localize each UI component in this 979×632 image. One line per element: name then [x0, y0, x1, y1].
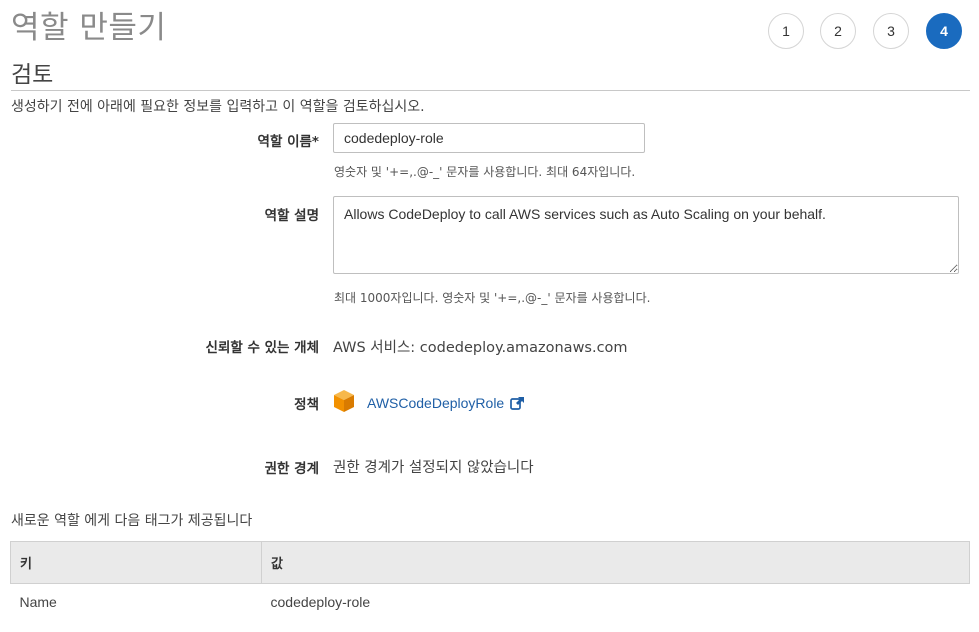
- role-description-textarea[interactable]: Allows CodeDeploy to call AWS services s…: [333, 196, 959, 274]
- tag-key-cell: Name: [19, 594, 57, 610]
- permissions-boundary-label: 권한 경계: [264, 461, 319, 477]
- role-name-input[interactable]: [333, 123, 645, 153]
- role-description-help: 최대 1000자입니다. 영숫자 및 '+=,.@-_' 문자를 사용합니다.: [334, 291, 651, 305]
- section-divider: [11, 90, 970, 91]
- permissions-boundary-value: 권한 경계가 설정되지 않았습니다: [333, 460, 534, 476]
- tag-value-cell: codedeploy-role: [270, 594, 371, 610]
- policy-label: 정책: [294, 397, 319, 413]
- trusted-entity-label: 신뢰할 수 있는 개체: [205, 340, 319, 356]
- page-title: 역할 만들기: [11, 10, 167, 46]
- tags-table-header: 키 값: [10, 541, 970, 584]
- role-description-label: 역할 설명: [264, 208, 319, 224]
- role-name-help: 영숫자 및 '+=,.@-_' 문자를 사용합니다. 최대 64자입니다.: [334, 165, 636, 179]
- policy-row: AWSCodeDeployRole: [333, 389, 525, 418]
- step-4[interactable]: 4: [926, 13, 962, 49]
- create-role-review-page: 역할 만들기 1 2 3 4 검토 생성하기 전에 아래에 필요한 정보를 입력…: [0, 0, 979, 632]
- step-2[interactable]: 2: [820, 13, 856, 49]
- trusted-entity-value: AWS 서비스: codedeploy.amazonaws.com: [333, 340, 628, 356]
- tags-heading: 새로운 역할 에게 다음 태그가 제공됩니다: [11, 513, 253, 529]
- column-header-key[interactable]: 키: [10, 541, 262, 584]
- column-header-value[interactable]: 값: [261, 541, 970, 584]
- intro-text: 생성하기 전에 아래에 필요한 정보를 입력하고 이 역할을 검토하십시오.: [11, 99, 425, 115]
- table-row: Name codedeploy-role: [11, 584, 970, 621]
- section-title: 검토: [11, 62, 54, 88]
- external-link-icon[interactable]: [510, 396, 525, 410]
- aws-package-icon: [333, 389, 355, 418]
- step-3[interactable]: 3: [873, 13, 909, 49]
- step-1[interactable]: 1: [768, 13, 804, 49]
- policy-link[interactable]: AWSCodeDeployRole: [367, 395, 504, 411]
- tags-table: 키 값 Name codedeploy-role: [10, 541, 970, 620]
- role-name-label: 역할 이름*: [257, 134, 319, 150]
